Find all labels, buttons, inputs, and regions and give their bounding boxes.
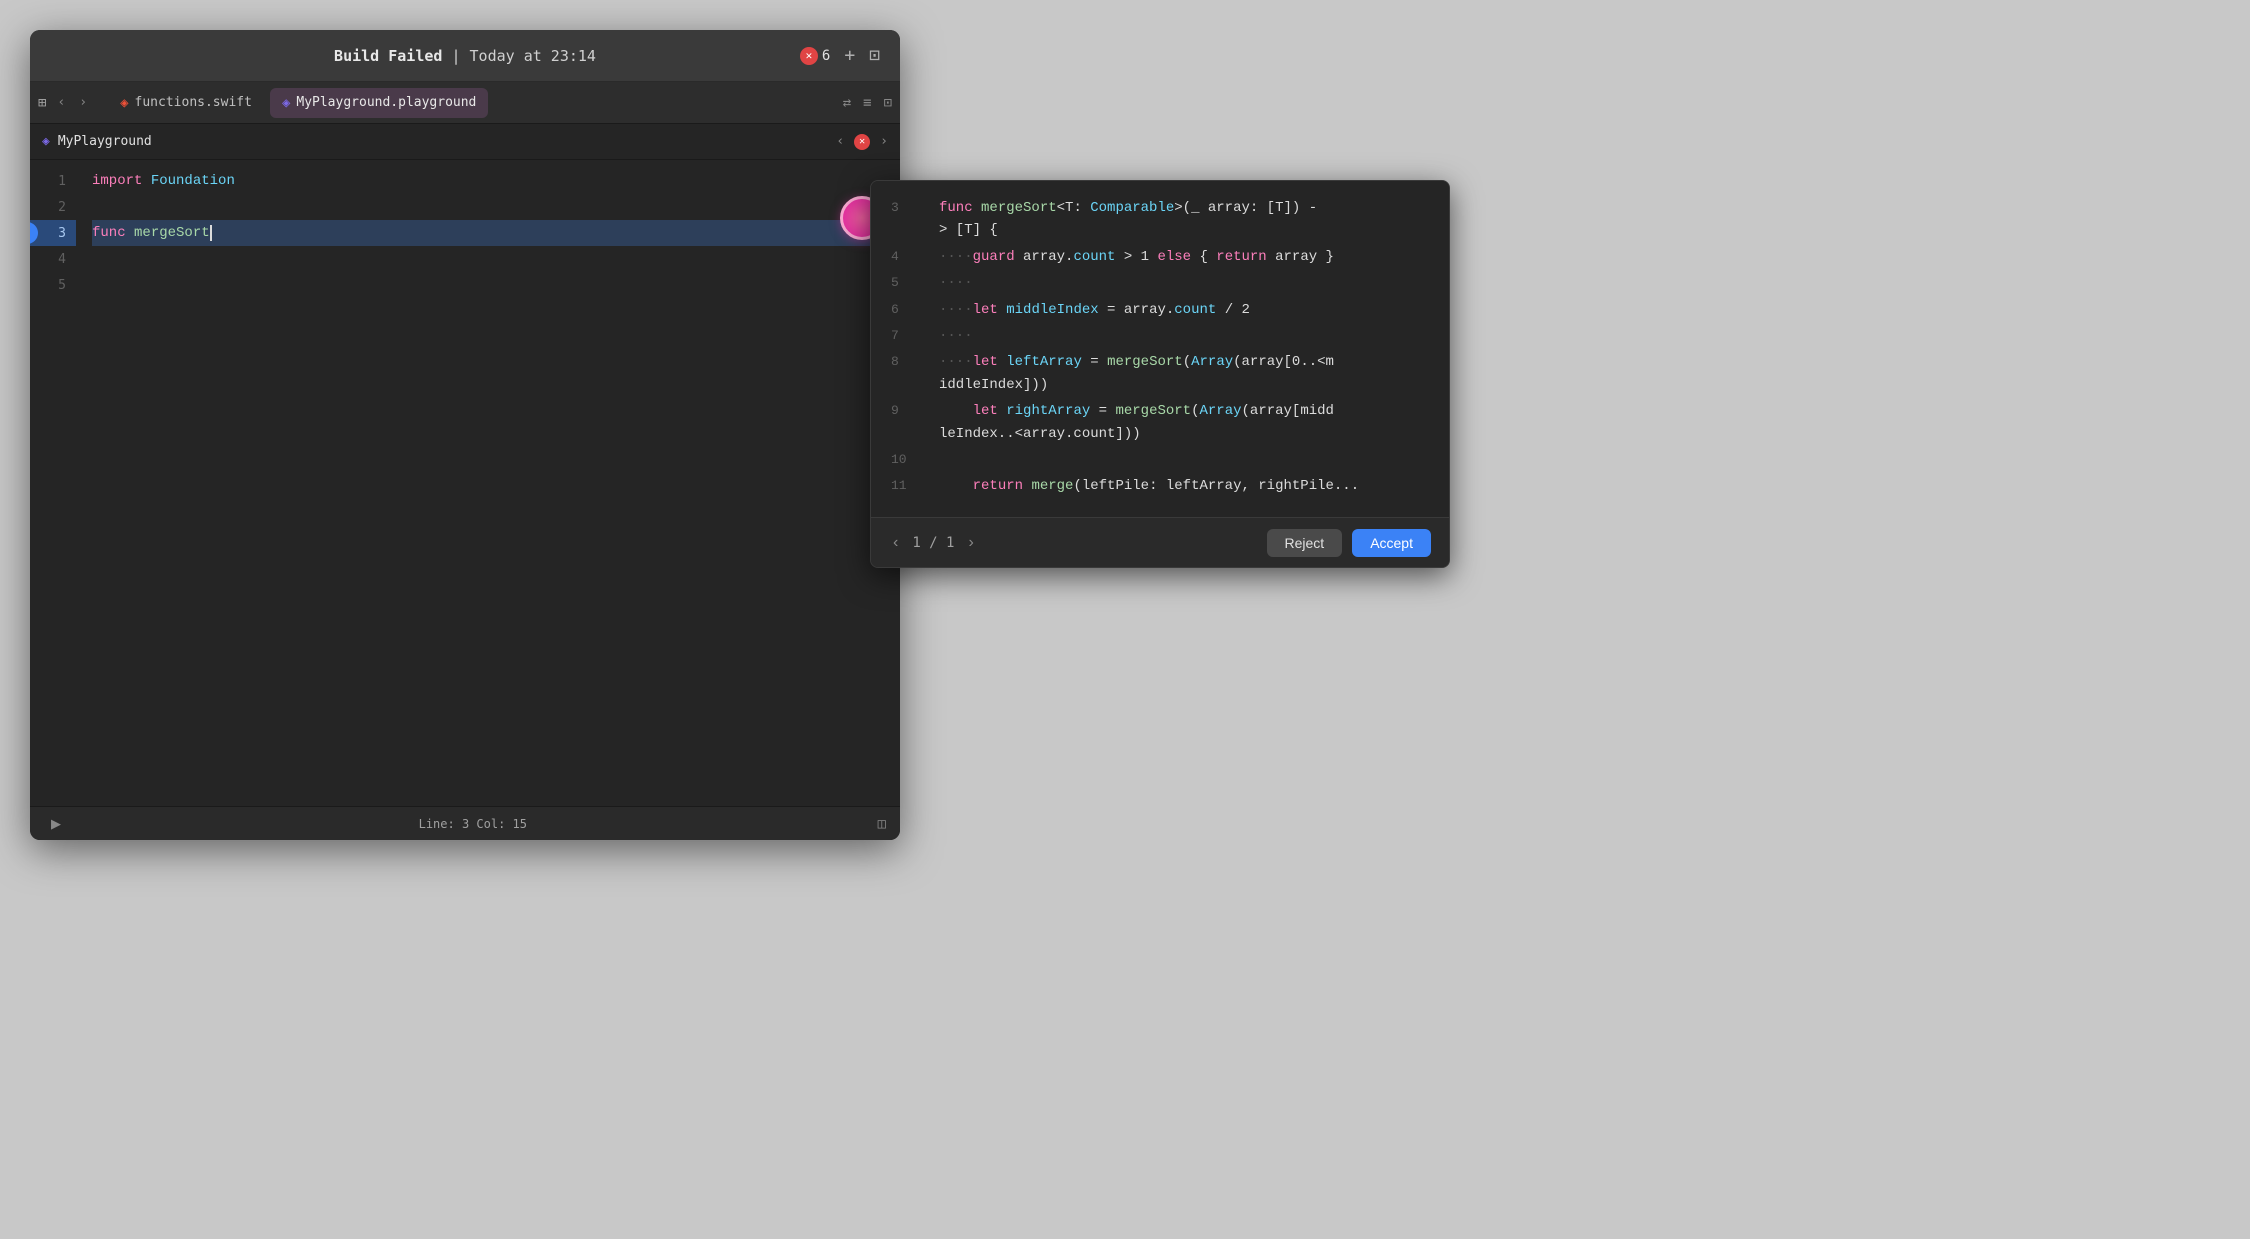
status-bar: ▶ Line: 3 Col: 15 ◫ [30,806,900,840]
suggestion-footer: ‹ 1 / 1 › Reject Accept [871,517,1449,567]
sugg-linenum-4: 4 [891,246,921,268]
sugg-line-3: 3 func mergeSort<T: Comparable>(_ array:… [891,197,1429,242]
sugg-code-11: return merge(leftPile: leftArray, rightP… [939,475,1359,497]
status-run-button[interactable]: ▶ [44,812,68,836]
error-icon: ✕ [800,47,818,65]
run-line-indicator[interactable]: ▶ [30,222,38,244]
tab-myplayground[interactable]: ◈ MyPlayground.playground [270,88,488,118]
tab-myplayground-label: MyPlayground.playground [296,95,476,110]
editor-content: 1 2 3 ▶ 4 5 import Foundation func merge… [30,160,900,806]
sugg-code-6: ····let middleIndex = array.count / 2 [939,299,1250,321]
sugg-linenum-6: 6 [891,299,921,321]
keyword-import: import [92,173,142,189]
line-numbers: 1 2 3 ▶ 4 5 [30,160,76,806]
code-line-5 [92,272,884,298]
code-line-2 [92,194,884,220]
sugg-line-9: 9 let rightArray = mergeSort(Array(array… [891,400,1429,445]
line-num-2: 2 [30,194,76,220]
refresh-icon[interactable]: ⇄ [843,95,851,111]
tab-bar-right: ⇄ ≡ ⊡ [843,95,892,111]
file-name: MyPlayground [58,134,152,149]
xcode-window: Build Failed | Today at 23:14 ✕ 6 + ⊡ ⊞ … [30,30,900,840]
add-tab-icon[interactable]: + [844,45,855,66]
suggestion-navigation: ‹ 1 / 1 › [889,530,978,556]
grid-icon[interactable]: ⊞ [38,95,46,111]
build-status: Build Failed [334,47,442,65]
tab-bar: ⊞ ‹ › ◈ functions.swift ◈ MyPlayground.p… [30,82,900,124]
sugg-code-4: ····guard array.count > 1 else { return … [939,246,1334,268]
sugg-linenum-5: 5 [891,272,921,294]
cursor-position: Line: 3 Col: 15 [419,817,527,831]
suggestion-popup: 3 func mergeSort<T: Comparable>(_ array:… [870,180,1450,568]
sugg-line-7: 7 ···· [891,325,1429,347]
sugg-linenum-11: 11 [891,475,921,497]
keyword-func: func [92,225,126,241]
suggestion-code-area: 3 func mergeSort<T: Comparable>(_ array:… [871,181,1449,517]
sugg-line-5: 5 ···· [891,272,1429,294]
suggestion-prev-button[interactable]: ‹ [889,530,902,556]
nav-back-button[interactable]: ‹ [54,93,68,112]
title-bar-text: Build Failed | Today at 23:14 [334,47,596,65]
sugg-code-7: ···· [939,325,973,347]
type-foundation: Foundation [151,173,235,189]
code-line-4 [92,246,884,272]
sugg-code-3: func mergeSort<T: Comparable>(_ array: [… [939,197,1317,242]
path-nav-back[interactable]: ‹ [836,134,844,149]
sugg-line-10: 10 [891,449,1429,471]
error-badge: ✕ 6 [800,47,830,65]
suggestion-pagination: 1 / 1 [912,535,954,551]
file-path-bar: ◈ MyPlayground ‹ ✕ › [30,124,900,160]
sugg-line-8: 8 ····let leftArray = mergeSort(Array(ar… [891,351,1429,396]
tab-functions-swift-label: functions.swift [135,95,252,110]
line-num-5: 5 [30,272,76,298]
sugg-line-11: 11 return merge(leftPile: leftArray, rig… [891,475,1429,497]
path-nav-forward[interactable]: › [880,134,888,149]
split-editor-icon[interactable]: ⊡ [884,95,892,111]
code-editor[interactable]: import Foundation func mergeSort [76,160,900,806]
sugg-code-9: let rightArray = mergeSort(Array(array[m… [939,400,1334,445]
status-settings-icon[interactable]: ◫ [878,816,886,832]
build-timestamp: Today at 23:14 [470,47,596,65]
line-num-1: 1 [30,168,76,194]
file-type-icon: ◈ [42,134,50,149]
title-separator: | [451,47,469,65]
accept-button[interactable]: Accept [1352,529,1431,557]
split-view-icon[interactable]: ⊡ [869,45,880,66]
file-path-controls: ‹ ✕ › [836,134,888,150]
suggestion-next-button[interactable]: › [964,530,977,556]
code-line-1: import Foundation [92,168,884,194]
swift-file-icon: ◈ [120,95,128,111]
error-count: 6 [822,48,830,64]
sugg-linenum-7: 7 [891,325,921,347]
sugg-code-8: ····let leftArray = mergeSort(Array(arra… [939,351,1334,396]
line-num-3: 3 ▶ [30,220,76,246]
tab-bar-left: ⊞ ‹ › [38,93,90,112]
sugg-line-6: 6 ····let middleIndex = array.count / 2 [891,299,1429,321]
nav-forward-button[interactable]: › [76,93,90,112]
code-line-3: func mergeSort [92,220,884,246]
sugg-line-4: 4 ····guard array.count > 1 else { retur… [891,246,1429,268]
func-name: mergeSort [134,225,210,241]
title-bar-controls: ✕ 6 + ⊡ [800,45,880,66]
line-num-4: 4 [30,246,76,272]
title-bar: Build Failed | Today at 23:14 ✕ 6 + ⊡ [30,30,900,82]
tab-functions-swift[interactable]: ◈ functions.swift [108,88,264,118]
sugg-linenum-10: 10 [891,449,921,471]
reject-button[interactable]: Reject [1267,529,1343,557]
text-cursor [210,225,212,241]
playground-file-icon: ◈ [282,95,290,111]
close-file-button[interactable]: ✕ [854,134,870,150]
sugg-code-5: ···· [939,272,973,294]
sugg-linenum-9: 9 [891,400,921,422]
list-icon[interactable]: ≡ [863,95,871,111]
sugg-linenum-8: 8 [891,351,921,373]
sugg-linenum-3: 3 [891,197,921,219]
suggestion-actions: Reject Accept [1267,529,1432,557]
editor-area: 1 2 3 ▶ 4 5 import Foundation func merge… [30,160,900,840]
